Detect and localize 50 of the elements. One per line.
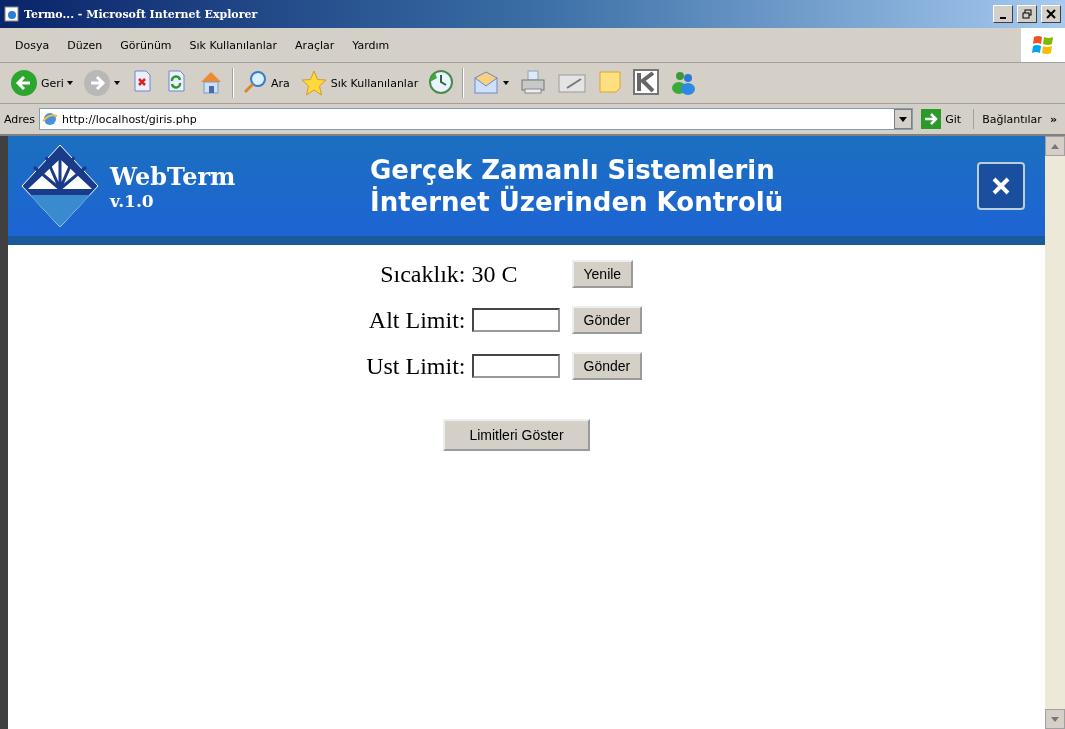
clock-icon [428, 69, 455, 97]
more-button[interactable]: » [1049, 112, 1061, 126]
close-icon [1046, 9, 1056, 19]
diamond-logo-icon [20, 143, 100, 229]
links-button[interactable]: Bağlantılar [978, 112, 1046, 126]
address-field[interactable]: http://localhost/giris.php [39, 108, 914, 130]
page-icon [4, 6, 20, 22]
close-icon [990, 175, 1012, 197]
field-label: Ust Limit: [366, 352, 467, 380]
scroll-up-icon[interactable] [1045, 136, 1065, 156]
toolbar-button-label[interactable]: Sık Kullanılanlar [330, 76, 419, 90]
menu-item[interactable]: Görünüm [111, 38, 181, 52]
input-field[interactable] [471, 354, 560, 378]
menu-item[interactable]: Dosya [6, 38, 59, 52]
menu-item[interactable]: Sık Kullanılanlar [180, 38, 287, 52]
go-button[interactable]: Git [945, 112, 962, 126]
submit-button[interactable]: Gönder [571, 306, 643, 334]
refresh-button[interactable]: Yenile [571, 260, 634, 288]
restore-icon [1022, 9, 1032, 19]
scrollbar[interactable] [1045, 136, 1065, 729]
field-label: Sıcaklık: [380, 260, 467, 288]
ie-page-icon [42, 111, 59, 127]
toolbar-button-label[interactable]: Geri [41, 76, 64, 90]
envelope-icon [472, 69, 501, 97]
windows-logo-icon [1032, 34, 1054, 56]
scroll-down-icon[interactable] [1045, 709, 1065, 729]
banner-title: İnternet Üzerinden Kontrolü [370, 186, 785, 218]
menu-item[interactable]: Yardım [343, 38, 399, 52]
people-icon [669, 69, 698, 97]
minimize-icon [1000, 17, 1006, 19]
field-label: Alt Limit: [368, 306, 467, 334]
toolbar-button-label[interactable]: Ara [270, 76, 290, 90]
printer-icon [519, 69, 548, 97]
input-field[interactable] [471, 308, 560, 332]
banner-title: Gerçek Zamanlı Sistemlerin [370, 154, 776, 185]
address-label: Adres [4, 112, 36, 126]
menu-item[interactable]: Düzen [58, 38, 112, 52]
version-text: v.1.0 [110, 190, 155, 211]
app-name: WebTerm [110, 161, 237, 191]
minimize-button[interactable] [993, 5, 1013, 23]
temperature-value: 30 C [471, 260, 518, 288]
submit-button[interactable]: Gönder [571, 352, 643, 380]
restore-button[interactable] [1017, 5, 1037, 23]
show-limits-button[interactable]: Limitleri Göster [443, 419, 590, 451]
close-button[interactable] [977, 162, 1025, 210]
dropdown-caret-icon [899, 116, 908, 122]
menu-item[interactable]: Araçlar [286, 38, 344, 52]
window-title: Termo... - Microsoft Internet Explorer [24, 7, 259, 21]
star-icon [299, 69, 328, 97]
k-icon [633, 69, 660, 97]
